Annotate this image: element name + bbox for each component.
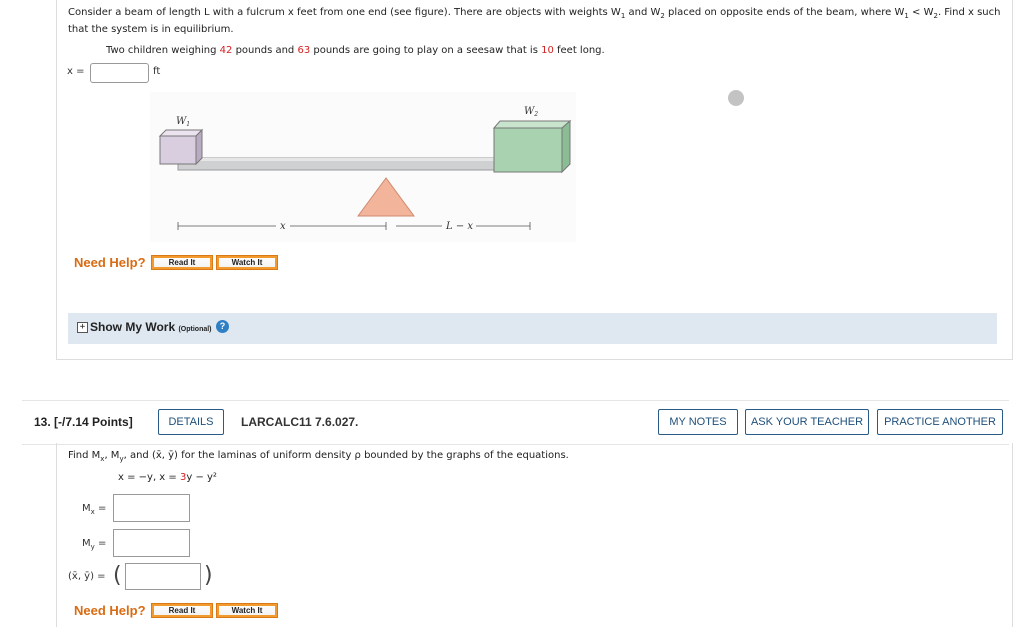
w1-box xyxy=(159,135,197,165)
centroid-label: (x̄, ȳ) = xyxy=(68,571,106,582)
left-paren: ( xyxy=(113,563,122,588)
practice-another-button[interactable]: PRACTICE ANOTHER xyxy=(877,409,1003,435)
my-label: My = xyxy=(82,538,107,551)
q12-need-help-label: Need Help? xyxy=(74,255,146,270)
q13-read-it-button[interactable]: Read It xyxy=(151,603,213,618)
q12-given-text: Two children weighing 42 pounds and 63 p… xyxy=(106,45,605,56)
centroid-input[interactable] xyxy=(125,563,201,590)
mx-label: Mx = xyxy=(82,503,107,516)
my-notes-button[interactable]: MY NOTES xyxy=(658,409,738,435)
show-my-work-toggle[interactable]: Show My Work (Optional) xyxy=(90,320,212,334)
right-paren: ) xyxy=(204,563,213,588)
x-answer-input[interactable] xyxy=(90,63,149,83)
status-dot xyxy=(728,90,744,106)
expand-icon[interactable]: + xyxy=(77,322,88,333)
mx-input[interactable] xyxy=(113,494,190,522)
q13-number-points: 13. [-/7.14 Points] xyxy=(34,415,133,429)
q13-watch-it-button[interactable]: Watch It xyxy=(216,603,278,618)
my-input[interactable] xyxy=(113,529,190,557)
ask-your-teacher-button[interactable]: ASK YOUR TEACHER xyxy=(745,409,869,435)
q12-read-it-button[interactable]: Read It xyxy=(151,255,213,270)
w2-box xyxy=(493,127,563,173)
details-button[interactable]: DETAILS xyxy=(158,409,224,435)
q13-need-help-label: Need Help? xyxy=(74,603,146,618)
lx-dimension-label: L − x xyxy=(445,221,473,232)
q13-prompt: Find Mx, My, and (x̄, ȳ) for the laminas… xyxy=(68,450,569,463)
beam-highlight xyxy=(178,158,530,161)
q13-equations: x = −y, x = 3y − y² xyxy=(118,472,217,483)
x-dimension-label: x xyxy=(280,221,286,232)
seesaw-figure: W1 W2 x L − x xyxy=(150,92,576,242)
q12-problem-line1: Consider a beam of length L with a fulcr… xyxy=(68,7,1001,20)
help-question-icon[interactable]: ? xyxy=(216,320,229,333)
q12-watch-it-button[interactable]: Watch It xyxy=(216,255,278,270)
x-answer-unit: ft xyxy=(153,66,161,77)
q12-problem-line2: that the system is in equilibrium. xyxy=(68,24,234,35)
q13-source-code: LARCALC11 7.6.027. xyxy=(241,415,359,429)
x-answer-label: x = xyxy=(67,66,85,77)
